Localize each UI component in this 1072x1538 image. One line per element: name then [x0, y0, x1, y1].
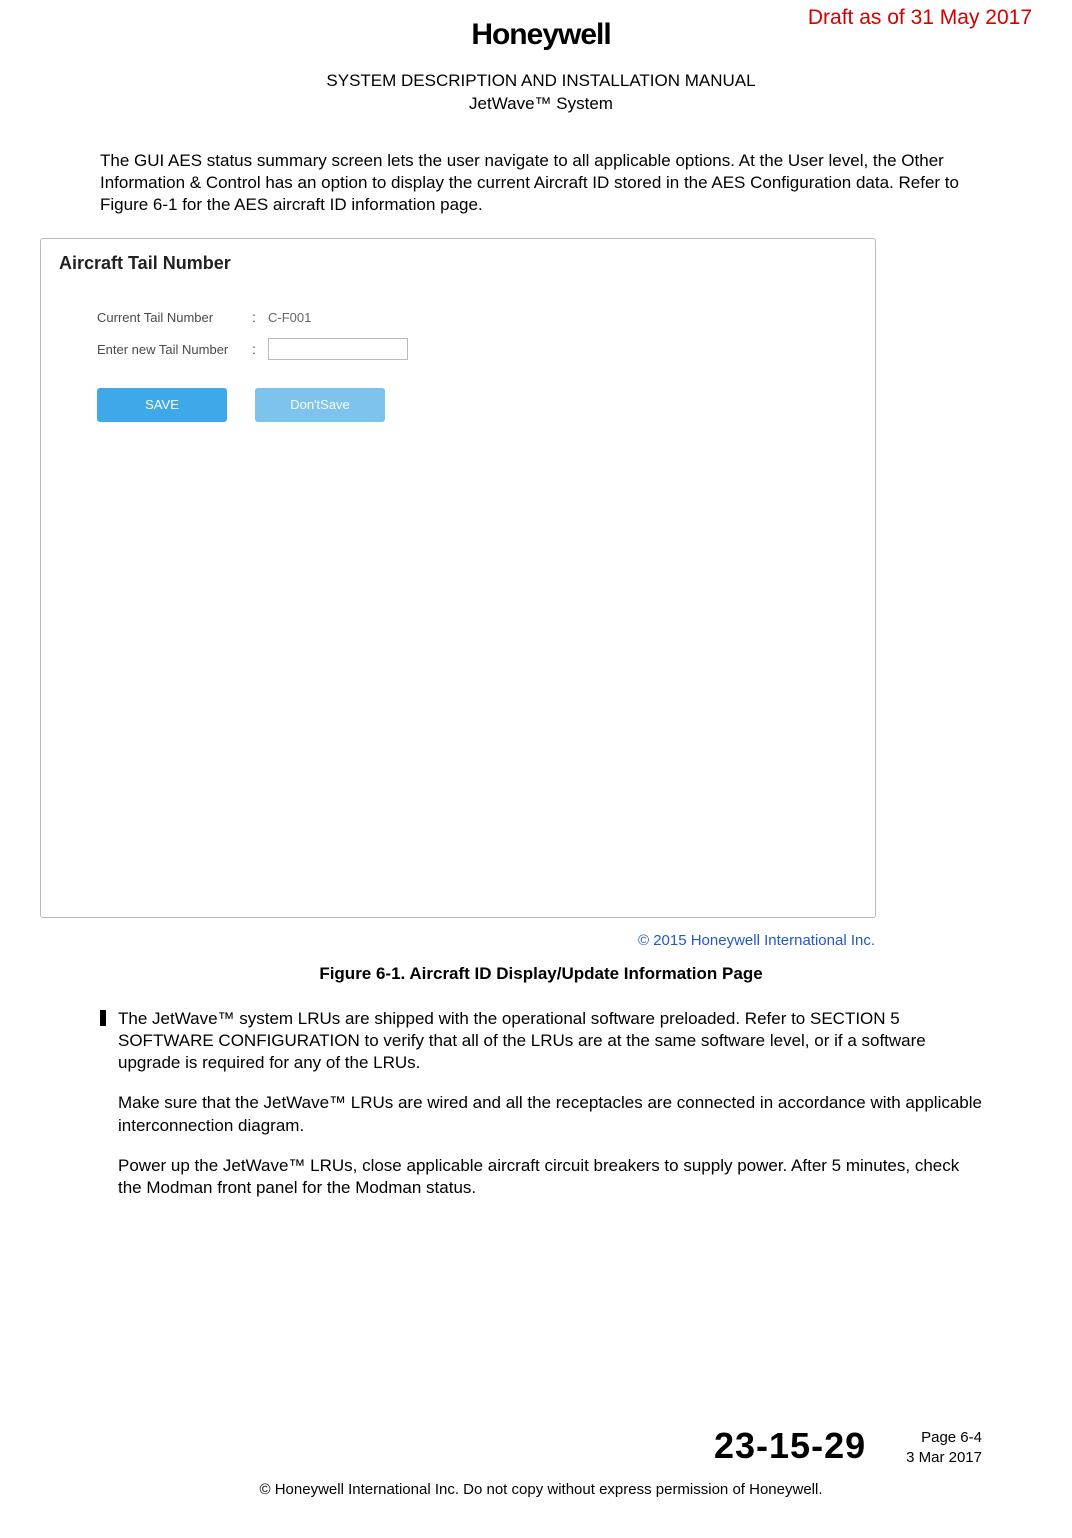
panel-title: Aircraft Tail Number: [59, 253, 857, 274]
dont-save-button[interactable]: Don'tSave: [255, 388, 385, 422]
paragraph-lru-shipped: The JetWave™ system LRUs are shipped wit…: [100, 1008, 982, 1074]
figure-caption: Figure 6-1. Aircraft ID Display/Update I…: [100, 964, 982, 984]
document-title: SYSTEM DESCRIPTION AND INSTALLATION MANU…: [100, 70, 982, 116]
doc-title-line1: SYSTEM DESCRIPTION AND INSTALLATION MANU…: [100, 70, 982, 93]
paragraph-wiring: Make sure that the JetWave™ LRUs are wir…: [100, 1092, 982, 1136]
current-tail-label: Current Tail Number: [97, 310, 242, 325]
aircraft-id-screenshot: Aircraft Tail Number Current Tail Number…: [40, 238, 876, 918]
enter-tail-row: Enter new Tail Number :: [97, 336, 857, 362]
document-number: 23-15-29: [714, 1425, 866, 1467]
revision-bar: [100, 1010, 106, 1026]
colon: :: [252, 341, 258, 357]
page-footer: 23-15-29 Page 6-4 3 Mar 2017 © Honeywell…: [100, 1425, 982, 1498]
page-date: 3 Mar 2017: [906, 1448, 982, 1468]
colon: :: [252, 309, 258, 325]
tail-number-input[interactable]: [268, 338, 408, 360]
draft-notice: Draft as of 31 May 2017: [808, 6, 1032, 30]
doc-title-line2: JetWave™ System: [100, 93, 982, 116]
save-button[interactable]: SAVE: [97, 388, 227, 422]
intro-paragraph: The GUI AES status summary screen lets t…: [100, 150, 982, 216]
current-tail-row: Current Tail Number : C-F001: [97, 304, 857, 330]
screenshot-copyright: © 2015 Honeywell International Inc.: [638, 932, 875, 949]
current-tail-value: C-F001: [268, 310, 311, 325]
footer-copyright: © Honeywell International Inc. Do not co…: [100, 1481, 982, 1498]
enter-tail-label: Enter new Tail Number: [97, 342, 242, 357]
page-number: Page 6-4: [906, 1428, 982, 1448]
paragraph-powerup: Power up the JetWave™ LRUs, close applic…: [100, 1155, 982, 1199]
